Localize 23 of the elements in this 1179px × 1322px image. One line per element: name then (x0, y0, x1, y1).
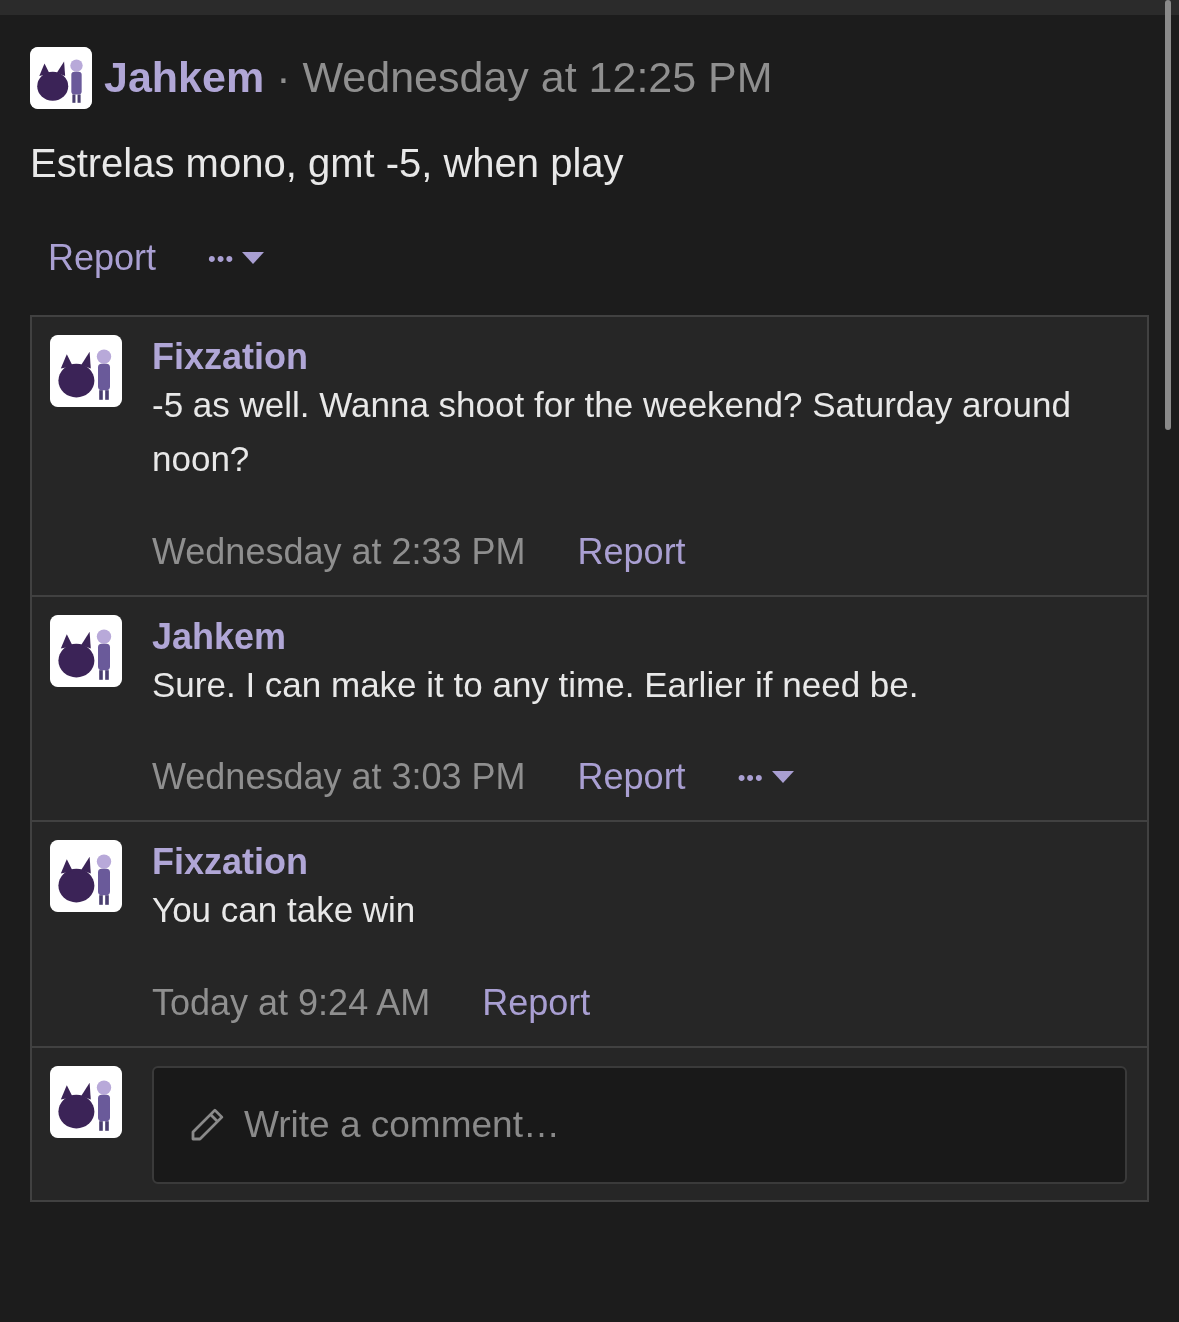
scrollbar[interactable] (1165, 0, 1171, 430)
comment-field[interactable]: Write a comment… (152, 1065, 1127, 1184)
post-text: Estrelas mono, gmt -5, when play (30, 140, 625, 187)
post-time: Wednesday at 12:25 PM (302, 54, 773, 102)
comment-text: You can take win (152, 889, 417, 932)
author-name[interactable]: Jahkem (152, 614, 1127, 658)
more-button[interactable]: ••• (737, 760, 794, 794)
report-link[interactable]: Report (577, 524, 686, 579)
caret-icon (771, 771, 794, 784)
caret-icon (242, 252, 265, 264)
report-link[interactable]: Report (482, 975, 591, 1030)
report-link[interactable]: Report (577, 750, 686, 805)
comment-text: Sure. I can make it to any time. Earlier if need be. (152, 663, 920, 706)
comment-text: -5 as well. Wanna shoot for the weekend? Saturday around noon? (152, 384, 1072, 481)
comment-time: Wednesday at 2:33 PM (152, 529, 526, 574)
comment-time: Today at 9:24 AM (152, 980, 431, 1025)
report-link[interactable]: Report (48, 231, 157, 285)
comment-time: Wednesday at 3:03 PM (152, 755, 526, 800)
separator-dot: · (276, 54, 291, 102)
author-name[interactable]: Fixzation (152, 335, 1127, 379)
author-name[interactable]: Fixzation (152, 840, 1127, 884)
more-button[interactable]: ••• (208, 241, 265, 275)
author-name[interactable]: Jahkem (104, 54, 265, 102)
